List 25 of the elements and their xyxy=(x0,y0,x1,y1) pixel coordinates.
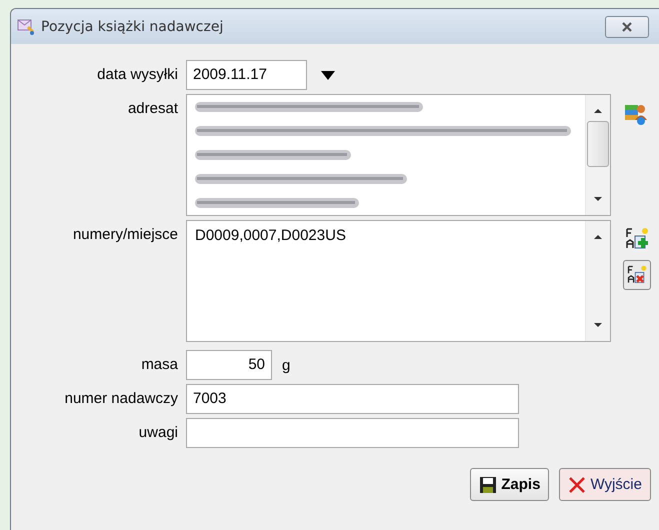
date-field[interactable]: 2009.11.17 xyxy=(186,60,307,90)
field-value: D0009,0007,D0023US xyxy=(195,227,347,244)
notes-field[interactable] xyxy=(186,418,519,448)
close-button[interactable] xyxy=(605,16,649,38)
close-icon xyxy=(621,22,633,32)
address-text-area[interactable] xyxy=(186,94,611,216)
envelope-icon xyxy=(17,18,35,36)
window-title: Pozycja książki nadawczej xyxy=(41,18,224,34)
mass-field[interactable]: 50 xyxy=(186,350,272,380)
unit-label: g xyxy=(282,356,290,374)
field-label: data wysyłki xyxy=(96,65,178,83)
cross-icon xyxy=(568,476,586,494)
field-label: numery/miejsce xyxy=(72,225,178,243)
field-label: masa xyxy=(140,355,178,373)
field-label: uwagi xyxy=(138,423,178,441)
field-label: numer nadawczy xyxy=(64,389,178,407)
sender-number-field[interactable]: 7003 xyxy=(186,384,519,414)
remove-font-button[interactable] xyxy=(623,260,651,290)
scrollbar[interactable] xyxy=(585,221,610,341)
dropdown-arrow-icon[interactable] xyxy=(321,71,335,80)
field-label: adresat xyxy=(126,99,178,117)
exit-button[interactable]: Wyjście xyxy=(559,468,651,501)
numbers-text-area[interactable]: D0009,0007,D0023US xyxy=(186,220,611,342)
save-button[interactable]: Zapis xyxy=(470,468,550,501)
scrollbar[interactable] xyxy=(585,95,610,215)
